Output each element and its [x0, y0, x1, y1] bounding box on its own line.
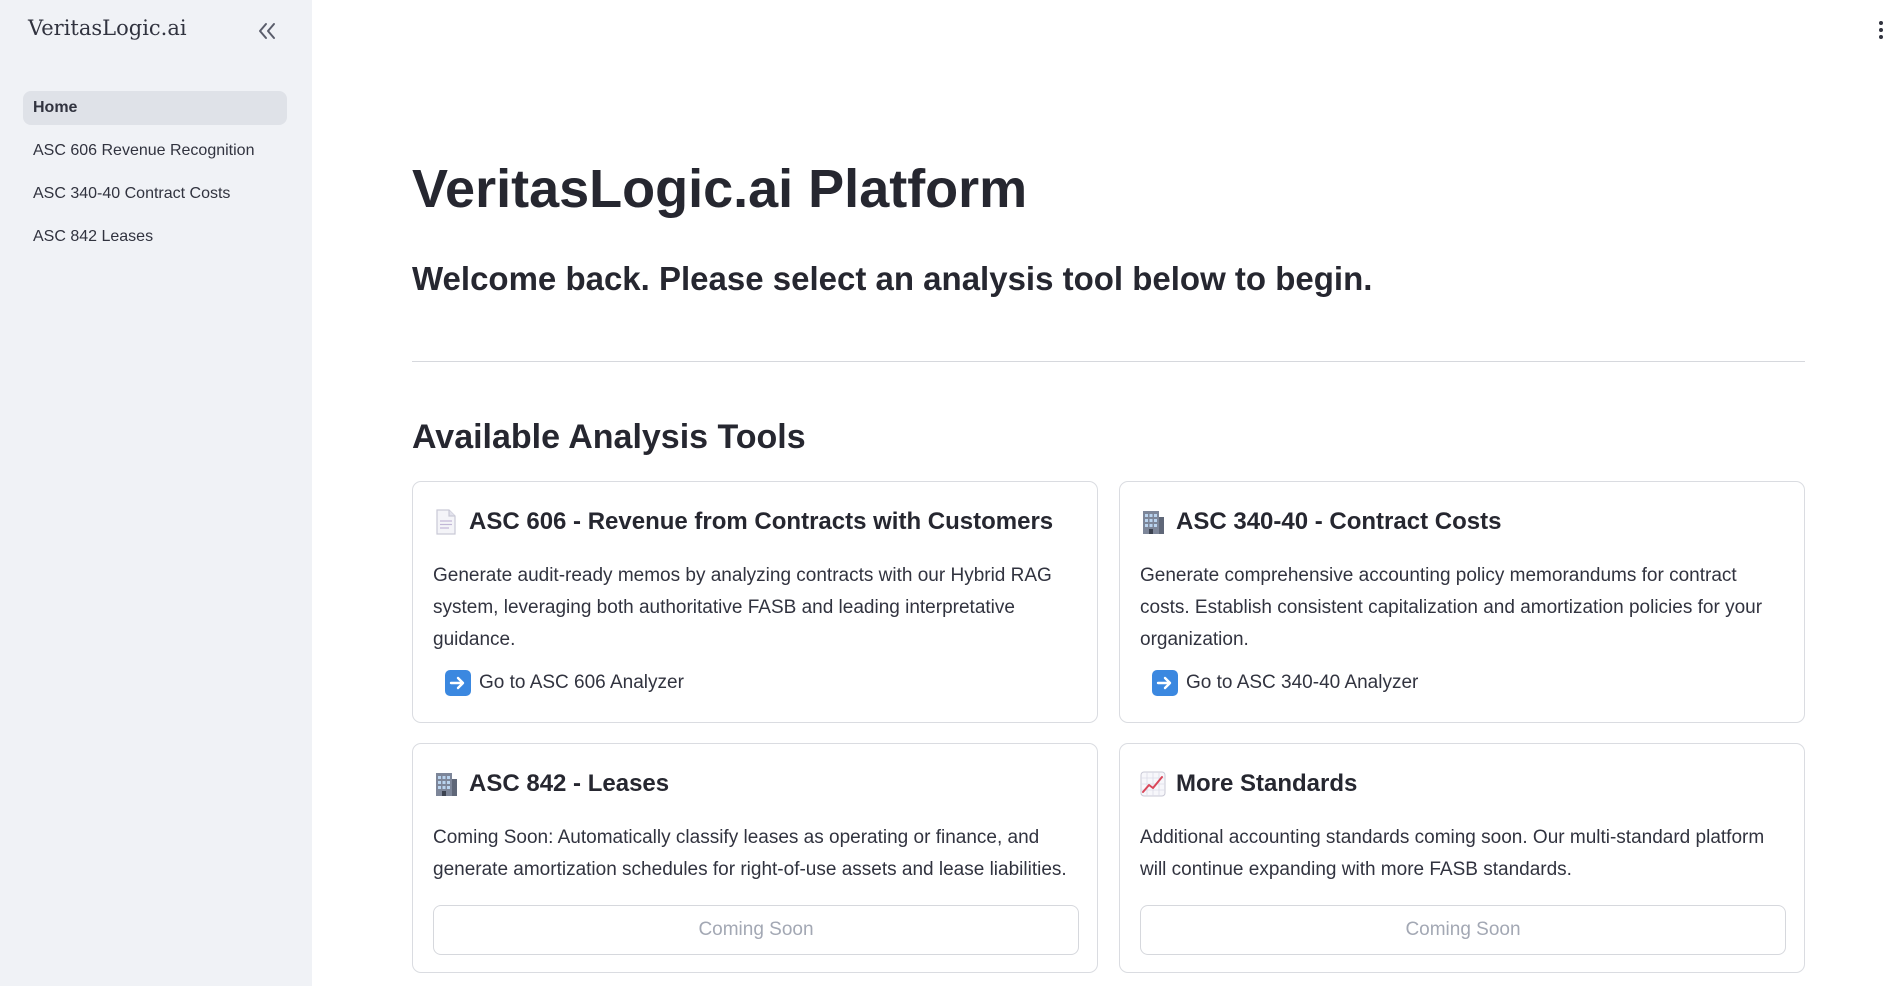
sidebar-nav: Home ASC 606 Revenue Recognition ASC 340…	[23, 91, 287, 263]
coming-soon-button[interactable]: Coming Soon	[1140, 905, 1786, 955]
card-title: ASC 340-40 - Contract Costs	[1140, 508, 1501, 536]
office-building-icon	[1140, 509, 1166, 535]
main-menu-button[interactable]	[1874, 18, 1888, 42]
right-arrow-icon	[445, 670, 471, 696]
go-to-asc-340-40-link[interactable]: Go to ASC 340-40 Analyzer	[1152, 670, 1418, 696]
card-title-text: ASC 842 - Leases	[469, 770, 670, 797]
card-description: Coming Soon: Automatically classify leas…	[433, 827, 1067, 880]
kebab-dot-icon	[1879, 28, 1883, 32]
card-title: ASC 842 - Leases	[433, 770, 669, 798]
page-subtitle: Welcome back. Please select an analysis …	[412, 260, 1373, 297]
right-arrow-icon	[1152, 670, 1178, 696]
sidebar-item-label: ASC 340-40 Contract Costs	[33, 185, 231, 202]
collapse-sidebar-button[interactable]	[250, 14, 284, 48]
card-title-text: ASC 340-40 - Contract Costs	[1176, 508, 1502, 535]
coming-soon-button[interactable]: Coming Soon	[433, 905, 1079, 955]
card-description: Generate comprehensive accounting policy…	[1140, 565, 1763, 650]
office-building-icon	[433, 771, 459, 797]
sidebar-item-label: ASC 842 Leases	[33, 228, 154, 245]
go-to-asc-606-link[interactable]: Go to ASC 606 Analyzer	[445, 670, 684, 696]
card-title-text: More Standards	[1176, 770, 1358, 797]
sidebar-item-asc-340-40[interactable]: ASC 340-40 Contract Costs	[23, 177, 287, 211]
card-title-text: ASC 606 - Revenue from Contracts with Cu…	[469, 508, 1054, 535]
section-title: Available Analysis Tools	[412, 418, 806, 456]
tool-card-asc-340-40: ASC 340-40 - Contract Costs Generate com…	[1119, 481, 1805, 723]
tool-card-more-standards: More Standards Additional accounting sta…	[1119, 743, 1805, 973]
sidebar-item-asc-842[interactable]: ASC 842 Leases	[23, 220, 287, 254]
sidebar-item-asc-606[interactable]: ASC 606 Revenue Recognition	[23, 134, 287, 168]
card-description: Additional accounting standards coming s…	[1140, 827, 1765, 880]
sidebar: VeritasLogic.ai Home ASC 606 Revenue Rec…	[0, 0, 312, 986]
sidebar-item-label: Home	[33, 99, 78, 116]
card-title: More Standards	[1140, 770, 1357, 798]
page-title: VeritasLogic.ai Platform	[412, 159, 1028, 219]
divider	[412, 361, 1805, 362]
sidebar-item-home[interactable]: Home	[23, 91, 287, 125]
link-label: Go to ASC 340-40 Analyzer	[1186, 672, 1419, 693]
link-label: Go to ASC 606 Analyzer	[479, 672, 684, 693]
brand-logo[interactable]: VeritasLogic.ai	[28, 16, 187, 40]
chart-increasing-icon	[1140, 771, 1166, 797]
sidebar-item-label: ASC 606 Revenue Recognition	[33, 142, 255, 159]
card-title: ASC 606 - Revenue from Contracts with Cu…	[433, 508, 1053, 536]
tool-card-asc-606: ASC 606 - Revenue from Contracts with Cu…	[412, 481, 1098, 723]
double-chevron-left-icon	[259, 23, 275, 39]
card-description: Generate audit-ready memos by analyzing …	[433, 565, 1052, 650]
kebab-dot-icon	[1879, 21, 1883, 25]
document-icon	[433, 509, 459, 535]
tool-card-asc-842: ASC 842 - Leases Coming Soon: Automatica…	[412, 743, 1098, 973]
kebab-dot-icon	[1879, 35, 1883, 39]
